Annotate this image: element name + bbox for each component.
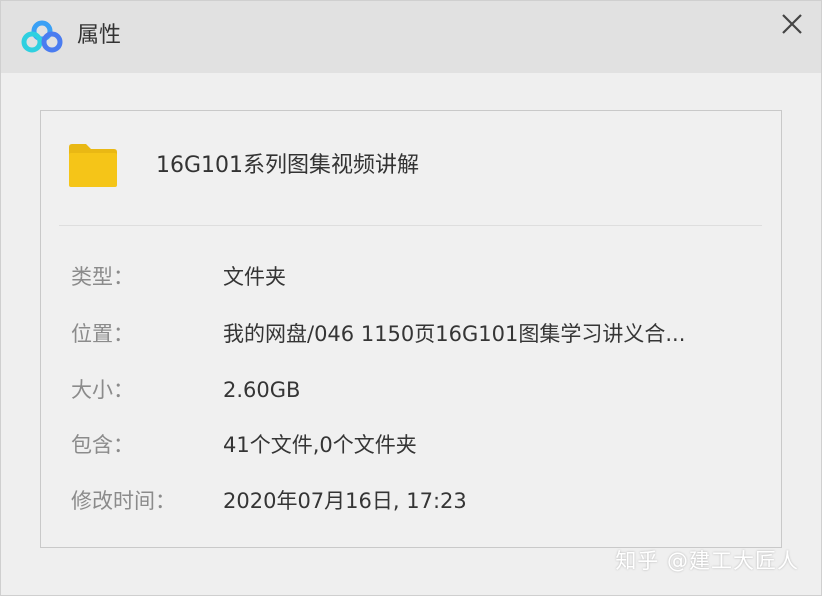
property-row-type: 类型： 文件夹 bbox=[71, 261, 761, 293]
baidu-netdisk-cloud-icon bbox=[21, 20, 63, 53]
property-value: 2.60GB bbox=[223, 378, 301, 402]
property-row-modified: 修改时间： 2020年07月16日, 17:23 bbox=[71, 485, 761, 517]
property-value: 41个文件,0个文件夹 bbox=[223, 433, 417, 457]
property-label: 包含： bbox=[71, 433, 134, 457]
property-value: 2020年07月16日, 17:23 bbox=[223, 489, 467, 513]
property-row-location: 位置： 我的网盘/046 1150页16G101图集学习讲义合... bbox=[71, 318, 761, 350]
properties-dialog: 属性 16G101系列图集视频讲解 类型： 文件夹 位置： 我的网盘/046 1… bbox=[0, 0, 822, 596]
property-row-contains: 包含： 41个文件,0个文件夹 bbox=[71, 429, 761, 461]
property-value: 文件夹 bbox=[223, 265, 286, 289]
properties-panel: 16G101系列图集视频讲解 类型： 文件夹 位置： 我的网盘/046 1150… bbox=[40, 110, 782, 548]
property-value: 我的网盘/046 1150页16G101图集学习讲义合... bbox=[223, 322, 686, 346]
property-label: 修改时间： bbox=[71, 489, 176, 513]
dialog-title: 属性 bbox=[77, 23, 122, 48]
divider bbox=[59, 225, 762, 226]
title-bar: 属性 bbox=[1, 1, 821, 73]
folder-name: 16G101系列图集视频讲解 bbox=[156, 153, 420, 178]
watermark: 知乎 @建工大匠人 bbox=[615, 549, 799, 573]
property-label: 位置： bbox=[71, 322, 134, 346]
property-row-size: 大小： 2.60GB bbox=[71, 374, 761, 406]
property-label: 类型： bbox=[71, 265, 134, 289]
property-label: 大小： bbox=[71, 378, 134, 402]
close-icon[interactable] bbox=[779, 11, 805, 37]
folder-icon bbox=[69, 144, 117, 187]
